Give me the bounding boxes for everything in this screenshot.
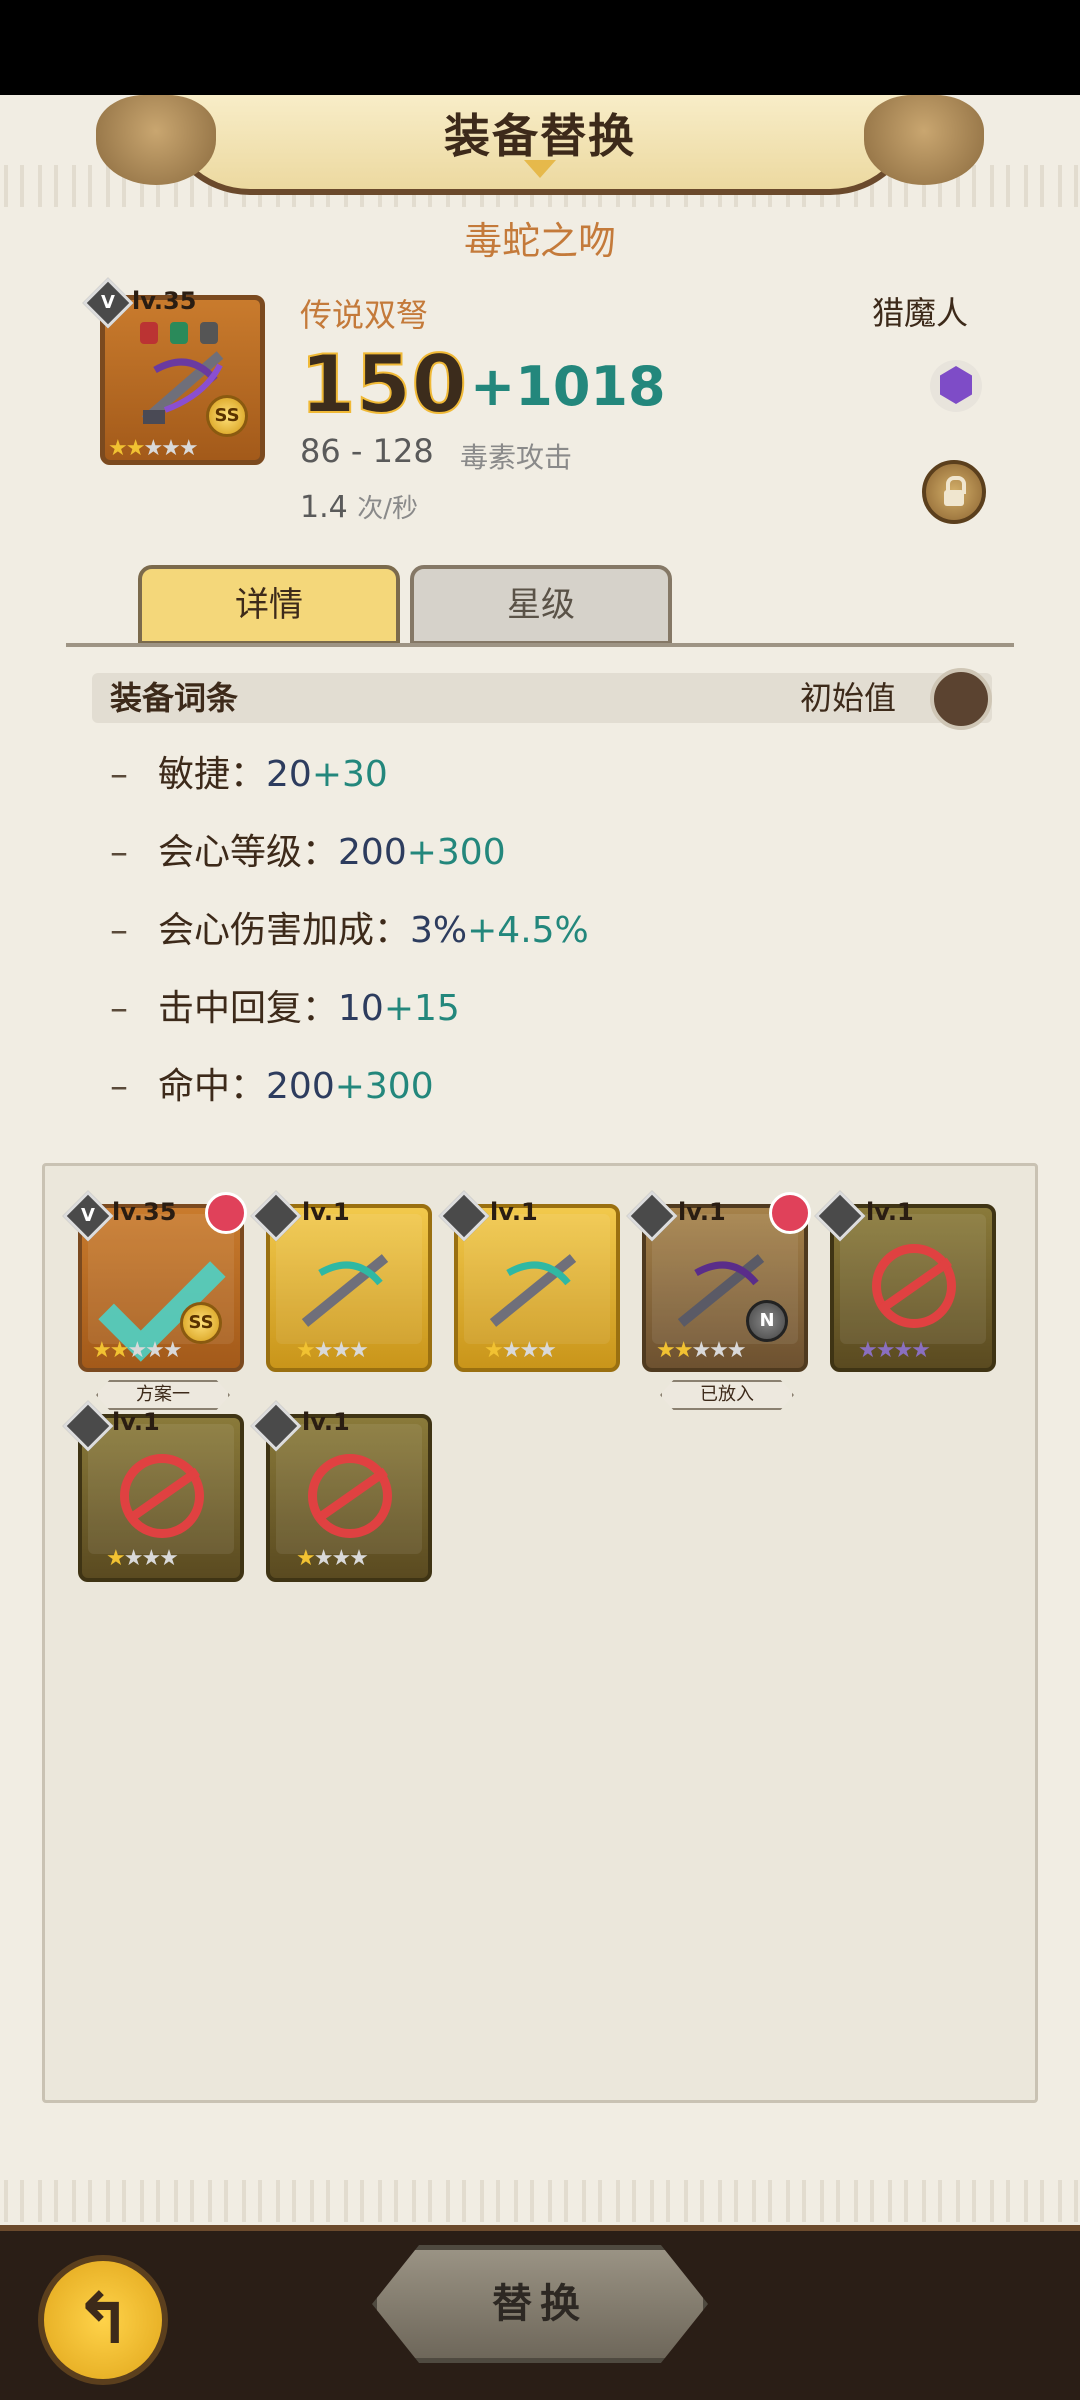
speed-unit: 次/秒 bbox=[357, 494, 419, 524]
unusable-icon bbox=[308, 1454, 392, 1538]
speed-value: 1.4 bbox=[300, 490, 348, 525]
slot-level: lv.1 bbox=[678, 1198, 726, 1226]
gem-lock-icon bbox=[200, 322, 218, 344]
item-type: 传说双弩 bbox=[300, 296, 429, 334]
section-title: 装备词条 bbox=[110, 679, 239, 717]
chevron-down-icon bbox=[524, 160, 556, 180]
slot-level: lv.1 bbox=[490, 1198, 538, 1226]
equipped-tag: 已放入 bbox=[660, 1380, 794, 1410]
status-bar bbox=[0, 0, 1080, 95]
item-level: lv.35 bbox=[132, 287, 197, 315]
crossbow-icon bbox=[301, 1254, 389, 1327]
item-class: 猎魔人 bbox=[871, 294, 968, 332]
attack-speed: 1.4 次/秒 bbox=[300, 488, 418, 525]
damage-range: 86 - 128 bbox=[300, 432, 434, 470]
item-name: 毒蛇之吻 bbox=[463, 219, 616, 263]
preset-tag: 方案一 bbox=[96, 1380, 230, 1410]
attribute-row: – 击中回复：10+15 bbox=[110, 988, 460, 1029]
back-arrow-icon[interactable]: ↰ bbox=[38, 2255, 168, 2385]
crossbow-icon bbox=[489, 1254, 577, 1327]
toggle-label: 初始值 bbox=[800, 679, 897, 717]
attack-value: 150 bbox=[299, 337, 468, 432]
star-rating: ★★★★ bbox=[296, 1338, 369, 1363]
grade-badge: SS bbox=[206, 395, 248, 437]
unusable-icon bbox=[872, 1244, 956, 1328]
slot-level: lv.35 bbox=[112, 1198, 177, 1226]
tab-details[interactable]: 详情 bbox=[138, 565, 400, 645]
gem-slot-icon bbox=[170, 322, 188, 344]
hero-avatar bbox=[769, 1192, 811, 1234]
hero-avatar bbox=[205, 1192, 247, 1234]
grade-badge: N bbox=[746, 1300, 788, 1342]
star-rating: ★★★★★ bbox=[108, 436, 199, 461]
page-title: 装备替换 bbox=[444, 109, 636, 163]
unusable-icon bbox=[120, 1454, 204, 1538]
attribute-row: – 会心等级：200+300 bbox=[110, 832, 506, 873]
star-rating: ★★★★ bbox=[296, 1546, 369, 1571]
star-rating: ★★★★ bbox=[106, 1546, 179, 1571]
star-rating: ★★★★★ bbox=[92, 1338, 183, 1363]
initial-value-toggle[interactable] bbox=[930, 668, 992, 730]
slot-level: lv.1 bbox=[302, 1408, 350, 1436]
attribute-row: – 命中：200+300 bbox=[110, 1066, 434, 1107]
tab-stars[interactable]: 星级 bbox=[410, 565, 672, 645]
lock-icon[interactable] bbox=[922, 460, 986, 524]
attribute-row: – 敏捷：20+30 bbox=[110, 754, 388, 795]
class-crystal-icon[interactable] bbox=[930, 360, 982, 412]
slot-level: lv.1 bbox=[112, 1408, 160, 1436]
damage-type: 毒素攻击 bbox=[460, 441, 573, 474]
attribute-row: – 会心伤害加成：3%+4.5% bbox=[110, 910, 589, 951]
attack-bonus: +1018 bbox=[470, 355, 666, 418]
gem-slot-icon bbox=[140, 322, 158, 344]
decor-border-bottom bbox=[0, 2180, 1080, 2222]
grade-badge: SS bbox=[180, 1302, 222, 1344]
slot-level: lv.1 bbox=[866, 1198, 914, 1226]
slot-level: lv.1 bbox=[302, 1198, 350, 1226]
star-rating: ★★★★ bbox=[484, 1338, 557, 1363]
star-rating: ★★★★★ bbox=[656, 1338, 747, 1363]
star-rating: ★★★★ bbox=[858, 1338, 931, 1363]
tab-divider bbox=[66, 643, 1014, 647]
replace-button[interactable]: 替换 bbox=[372, 2245, 708, 2363]
